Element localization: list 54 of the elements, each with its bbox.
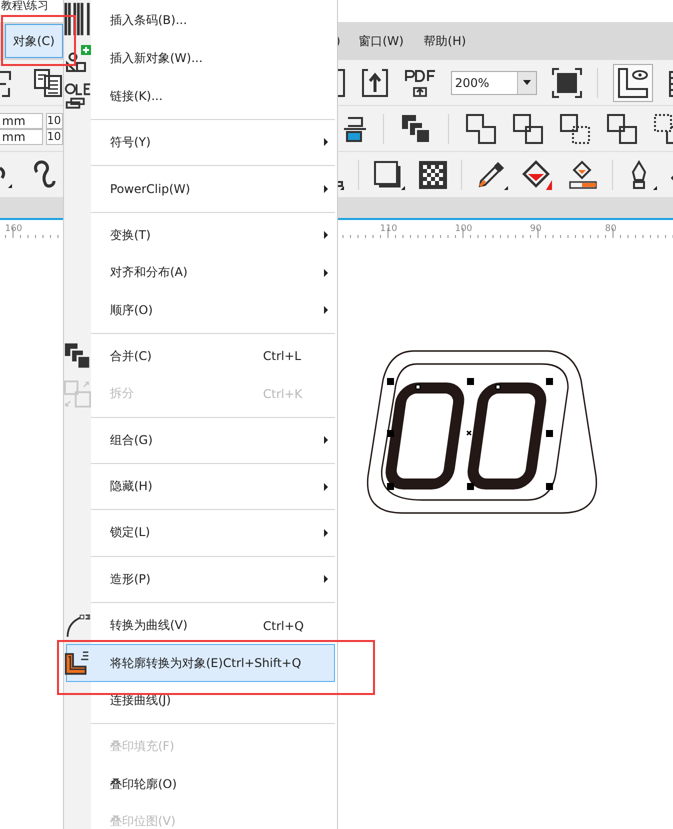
menu-item[interactable]: 叠印轮廓(O) (66, 766, 335, 804)
ruler-icon[interactable] (613, 64, 653, 102)
fullscreen-icon[interactable] (552, 68, 582, 98)
smart-fill-icon[interactable] (568, 160, 598, 190)
menu-item[interactable]: 对齐和分布(A) (66, 254, 335, 292)
menu-item[interactable]: 组合(G) (66, 422, 335, 459)
menu-bar-item[interactable]: 对象(C) (5, 24, 63, 58)
caret-icon (523, 80, 531, 85)
ruler-label: 160 (5, 224, 22, 234)
menu-item[interactable]: PowerClip(W) (66, 170, 335, 208)
input-field[interactable]: 10 (46, 128, 63, 144)
intersect-icon[interactable] (560, 114, 590, 144)
ruler-label: 110 (380, 224, 398, 234)
paint-bucket-icon[interactable] (522, 160, 554, 190)
input-field[interactable]: mm (0, 128, 43, 144)
shortcut-text: Ctrl+Shift+Q (223, 656, 302, 670)
simplify-icon[interactable] (607, 114, 637, 144)
menu-item[interactable]: 锁定(L) (66, 514, 335, 552)
window-title: 教程\练习 (1, 0, 49, 12)
pdf-icon[interactable] (404, 68, 436, 98)
menu-item[interactable]: 造形(P) (66, 560, 335, 598)
drop-shadow-icon[interactable] (373, 160, 405, 190)
menu-item[interactable]: 隐藏(H) (66, 468, 335, 506)
menu-item[interactable]: 链接(K)... (66, 77, 335, 115)
menu-item[interactable]: 合并(C) Ctrl+L (66, 338, 335, 376)
menu-item[interactable]: 插入新对象(W)... (66, 40, 335, 78)
weld-icon[interactable] (466, 114, 496, 144)
ruler-label: 80 (605, 224, 616, 234)
menu-item[interactable]: 顺序(O) (66, 291, 335, 329)
ruler-label: 100 (455, 224, 472, 234)
export-icon[interactable] (361, 68, 389, 98)
curve-icon[interactable] (32, 160, 58, 190)
shortcut-text: Ctrl+K (263, 386, 302, 401)
link-icon (64, 81, 91, 112)
input-field[interactable]: 10 (46, 112, 63, 128)
menu-item[interactable]: 将轮廓转换为对象(E)Ctrl+Shift+Q (66, 644, 335, 682)
input-field[interactable]: mm (0, 112, 43, 128)
menu-item[interactable]: 变换(T) (66, 216, 335, 254)
menu-item[interactable]: 连接曲线(J) (66, 682, 335, 720)
outline-icon (64, 649, 91, 678)
combine-icon[interactable] (401, 114, 431, 144)
menu-item[interactable]: 插入条码(B)... (66, 0, 335, 40)
ruler-label: 90 (530, 224, 542, 234)
shortcut-text: Ctrl+Q (263, 618, 304, 633)
menu-bar-item[interactable]: 窗口(W) (353, 24, 409, 58)
trim-icon[interactable] (513, 114, 543, 144)
menu-item[interactable]: 符号(Y) (66, 124, 335, 162)
shortcut-text: Ctrl+L (263, 349, 302, 364)
document-icon[interactable] (33, 68, 63, 98)
menu-bar-item[interactable]: 帮助(H) (418, 24, 472, 58)
checkerboard-icon[interactable] (419, 160, 447, 190)
bracket-icon[interactable] (338, 68, 346, 98)
menu-item[interactable]: 转换为曲线(V) Ctrl+Q (66, 607, 335, 644)
zoom-dropdown[interactable]: 200% (451, 70, 537, 94)
